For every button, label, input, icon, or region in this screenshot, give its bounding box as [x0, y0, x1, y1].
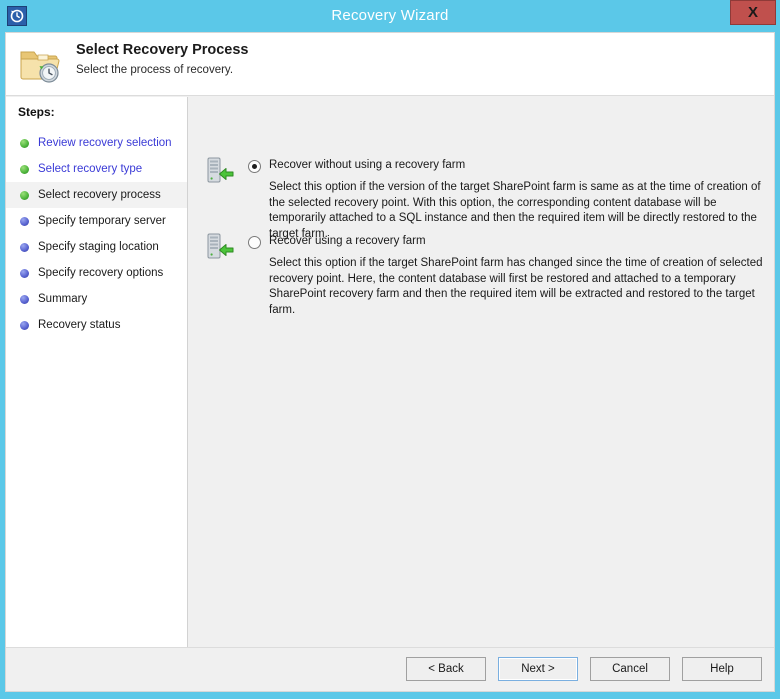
back-button[interactable]: < Back: [406, 657, 486, 681]
option-label: Recover using a recovery farm: [269, 235, 426, 247]
server-restore-icon: [203, 231, 235, 263]
sidebar-item-review-recovery-selection[interactable]: Review recovery selection: [6, 130, 187, 156]
sidebar-item-summary[interactable]: Summary: [6, 286, 187, 312]
step-label: Summary: [38, 293, 88, 305]
sidebar-item-specify-staging-location[interactable]: Specify staging location: [6, 234, 187, 260]
option-description: Select this option if the target SharePo…: [269, 257, 763, 316]
sidebar-item-specify-temporary-server[interactable]: Specify temporary server: [6, 208, 187, 234]
steps-list: Review recovery selection Select recover…: [6, 130, 187, 338]
step-bullet-icon: [20, 190, 29, 200]
steps-sidebar: Steps: Review recovery selection Select …: [6, 97, 188, 691]
steps-heading: Steps:: [18, 105, 55, 119]
window-title: Recovery Wizard: [331, 7, 449, 24]
page-subtitle: Select the process of recovery.: [76, 64, 234, 76]
option-label: Recover without using a recovery farm: [269, 159, 466, 171]
help-button[interactable]: Help: [682, 657, 762, 681]
title-bar: Recovery Wizard X: [0, 0, 780, 32]
cancel-button[interactable]: Cancel: [590, 657, 670, 681]
step-bullet-icon: [20, 242, 29, 252]
sidebar-item-select-recovery-process[interactable]: Select recovery process: [6, 182, 187, 208]
step-bullet-icon: [20, 320, 29, 330]
step-bullet-icon: [20, 294, 29, 304]
step-label: Specify temporary server: [38, 215, 166, 227]
step-bullet-icon: [20, 164, 29, 174]
option-description: Select this option if the version of the…: [269, 181, 761, 240]
dialog-footer: < Back Next > Cancel Help: [6, 647, 774, 691]
radio-recover-without-farm[interactable]: [248, 160, 261, 173]
step-label: Specify recovery options: [38, 267, 164, 279]
server-restore-icon: [203, 155, 235, 187]
recovery-wizard-window: Recovery Wizard X Select Recovery Proces…: [0, 0, 780, 699]
close-button[interactable]: X: [730, 0, 776, 25]
sidebar-item-specify-recovery-options[interactable]: Specify recovery options: [6, 260, 187, 286]
next-button[interactable]: Next >: [498, 657, 578, 681]
page-title: Select Recovery Process: [76, 42, 249, 58]
button-row: < Back Next > Cancel Help: [406, 657, 762, 681]
step-label: Select recovery process: [38, 189, 161, 201]
sidebar-item-recovery-status[interactable]: Recovery status: [6, 312, 187, 338]
step-bullet-icon: [20, 216, 29, 226]
recovery-process-options: Recover without using a recovery farm Se…: [189, 97, 774, 691]
sidebar-item-select-recovery-type[interactable]: Select recovery type: [6, 156, 187, 182]
wizard-header: Select Recovery Process Select the proce…: [6, 33, 774, 96]
step-label: Recovery status: [38, 319, 121, 331]
step-label: Select recovery type: [38, 163, 143, 175]
step-label: Review recovery selection: [38, 137, 172, 149]
radio-recover-using-farm[interactable]: [248, 236, 261, 249]
dialog-body: Select Recovery Process Select the proce…: [5, 32, 775, 692]
step-bullet-icon: [20, 268, 29, 278]
radio-row-recover-using-farm[interactable]: Recover using a recovery farm: [248, 235, 426, 249]
step-bullet-icon: [20, 138, 29, 148]
folder-clock-icon: [18, 43, 64, 87]
step-label: Specify staging location: [38, 241, 159, 253]
radio-row-recover-without-farm[interactable]: Recover without using a recovery farm: [248, 159, 465, 173]
